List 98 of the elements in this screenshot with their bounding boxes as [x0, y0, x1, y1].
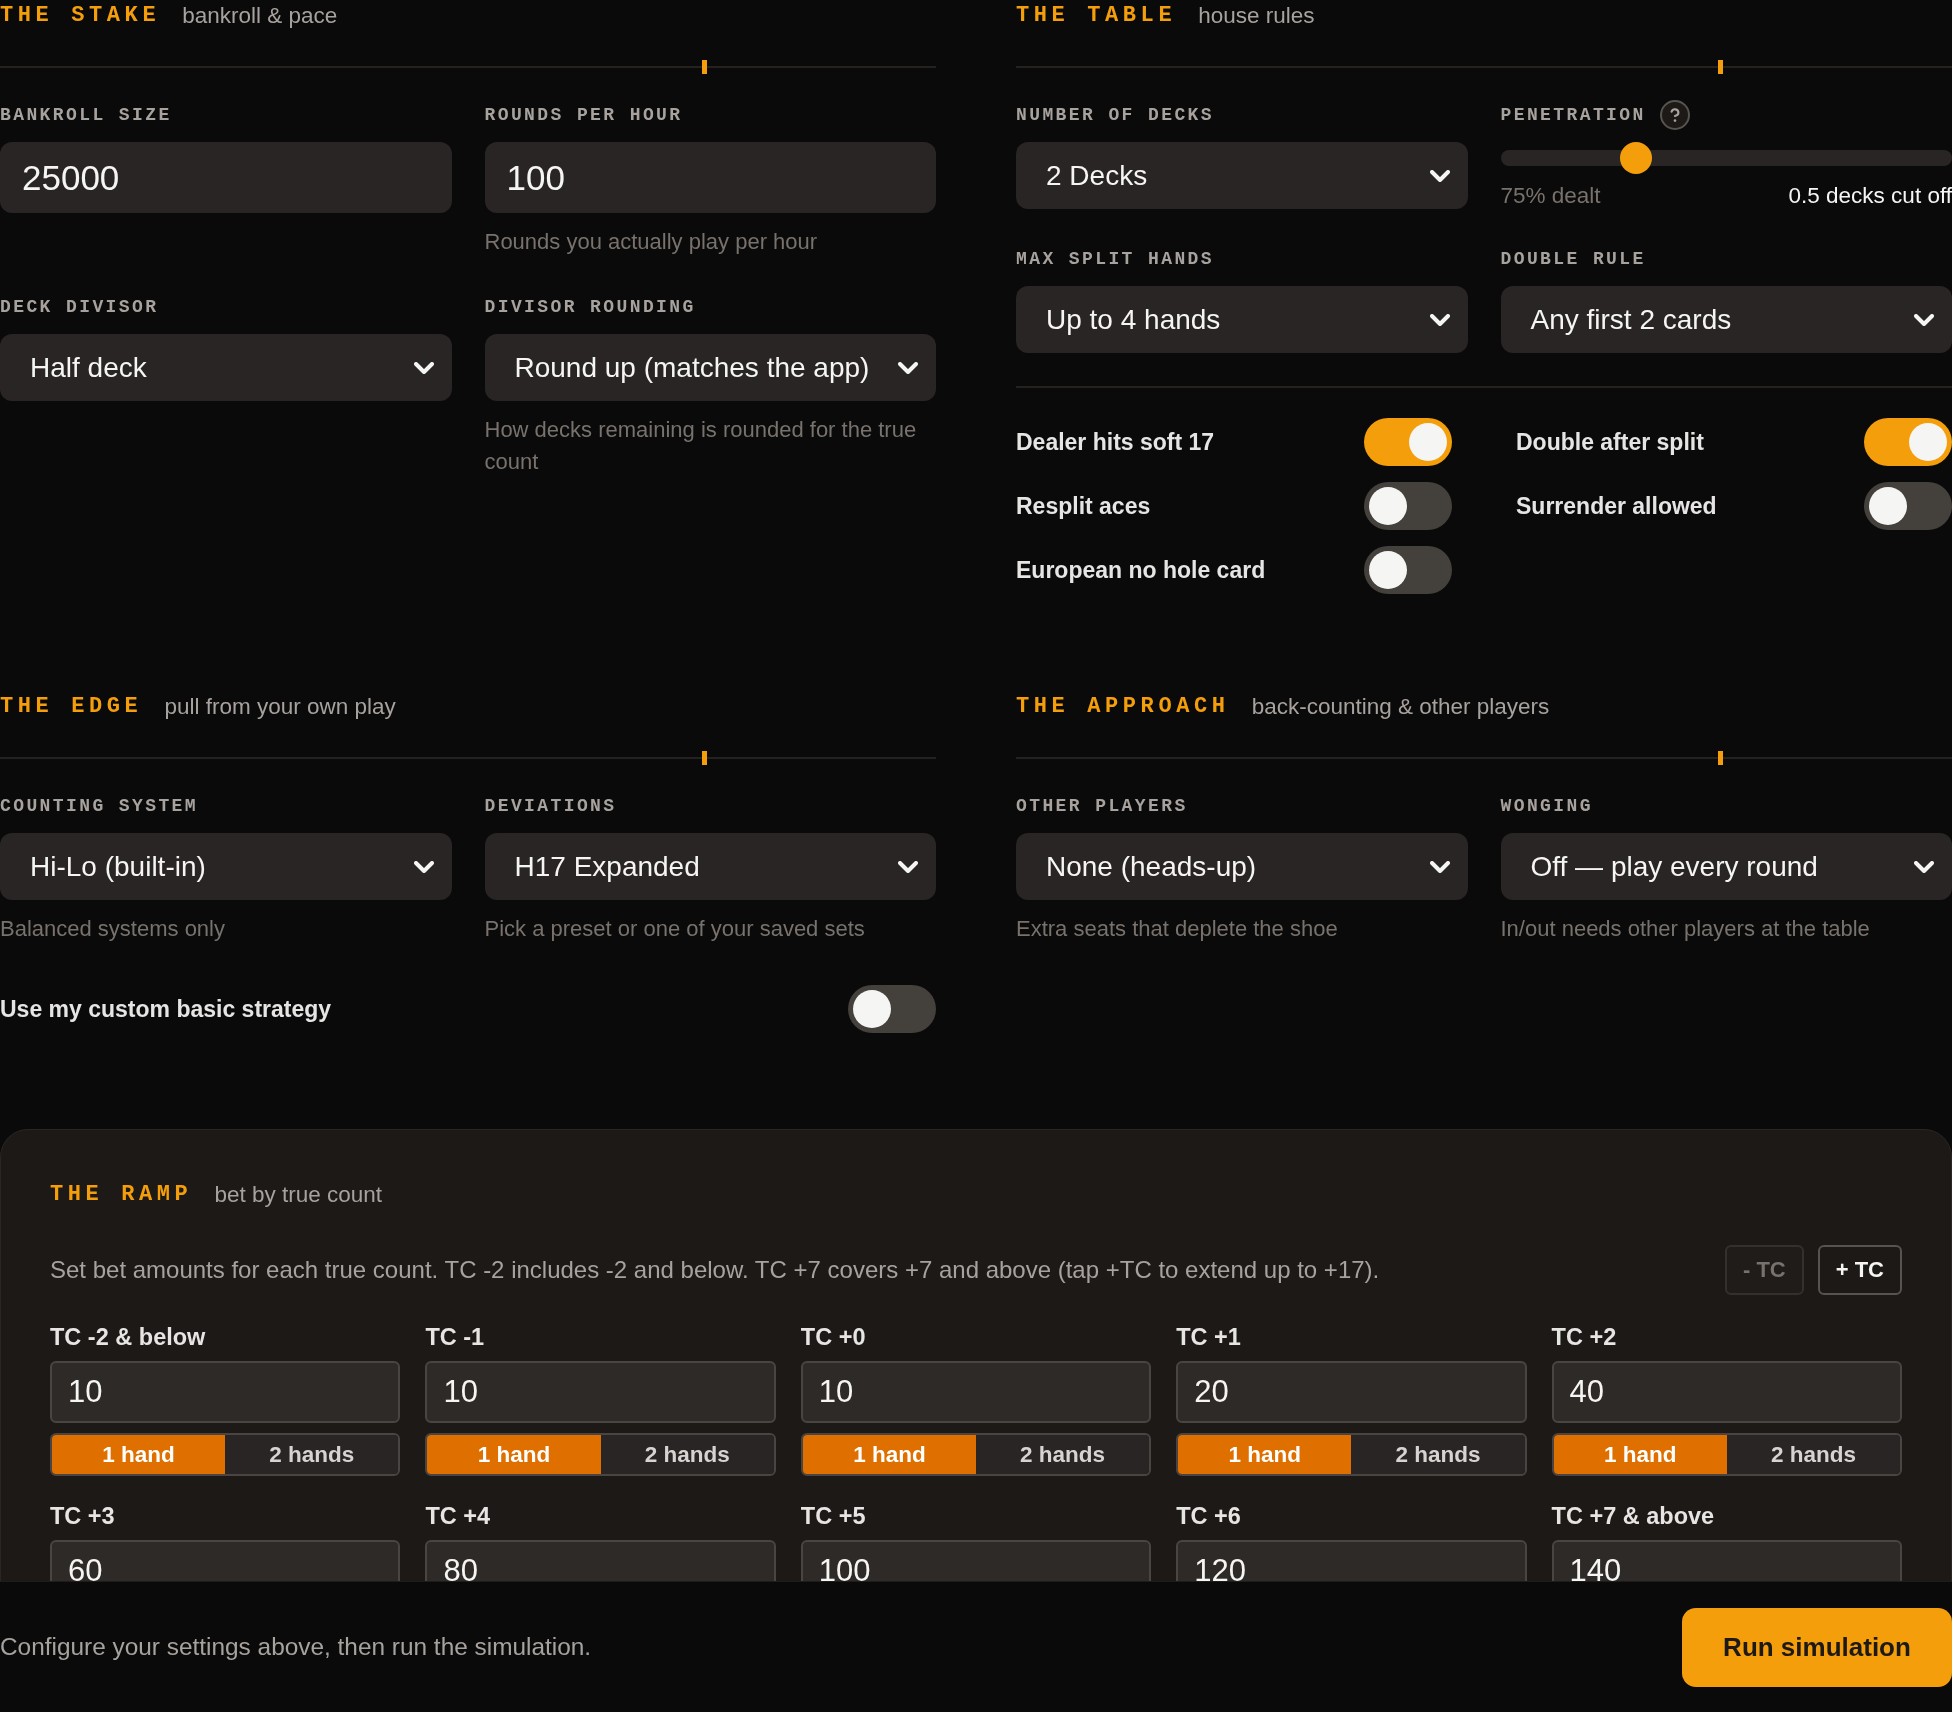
step-label: TC +3	[50, 1504, 116, 1528]
toggle-label: Double after split	[1516, 428, 1704, 456]
step-label: TC +7 & above	[1551, 1504, 1716, 1528]
text-field[interactable]: 25000	[0, 142, 452, 213]
toggle-switch[interactable]	[1864, 482, 1952, 530]
run-button[interactable]: Run simulation	[1682, 1607, 1952, 1687]
step-label: TC +4	[425, 1504, 492, 1528]
segment-button[interactable]: 2 hands	[1726, 1435, 1900, 1474]
slider-reading: 0.5 decks cut off	[1788, 182, 1952, 210]
step-label: TC +6	[1176, 1504, 1242, 1528]
field-label: COUNTING SYSTEM	[0, 795, 199, 817]
chevron-down-icon	[898, 860, 918, 873]
field-label: WONGING	[1500, 795, 1593, 817]
bet-field[interactable]: 10	[50, 1361, 401, 1423]
slider-reading: 75% dealt	[1500, 182, 1601, 210]
field-label: NUMBER OF DECKS	[1016, 104, 1215, 126]
bet-field[interactable]: 10	[800, 1361, 1152, 1423]
segment-button[interactable]: 2 hands	[225, 1435, 399, 1474]
field-label: OTHER PLAYERS	[1016, 795, 1188, 817]
field-label: MAX SPLIT HANDS	[1016, 248, 1215, 270]
toggle-label: Resplit aces	[1016, 492, 1151, 520]
hint-text: Balanced systems only	[0, 915, 226, 943]
chevron-down-icon	[1914, 860, 1934, 873]
description-text: Set bet amounts for each true count. TC -2 includes -2 and below. TC +7 covers +7 and above (tap +TC to extend up to +17).	[50, 1256, 1380, 1284]
tc-button[interactable]: + TC	[1817, 1245, 1902, 1295]
bet-field[interactable]: 40	[1551, 1361, 1902, 1423]
chevron-down-icon	[1429, 860, 1450, 873]
step-label: TC +5	[800, 1504, 867, 1528]
hint-text: How decks remaining is rounded for the true count	[484, 416, 918, 476]
tick-marker-icon	[1718, 751, 1723, 765]
section-subtitle: back-counting & other players	[1251, 693, 1550, 721]
bet-field[interactable]: 140	[1551, 1540, 1902, 1581]
dropdown[interactable]: None (heads-up)	[1016, 833, 1468, 900]
chevron-down-icon	[1914, 313, 1934, 326]
tick-marker-icon	[702, 60, 707, 74]
dropdown[interactable]: Round up (matches the app)	[484, 334, 936, 401]
field-label: DOUBLE RULE	[1500, 248, 1646, 270]
dropdown[interactable]: Half deck	[0, 334, 452, 401]
chevron-down-icon	[413, 860, 434, 873]
toggle-switch[interactable]	[1364, 418, 1452, 466]
chevron-down-icon	[413, 361, 434, 374]
slider[interactable]	[1500, 142, 1952, 174]
section-subtitle: pull from your own play	[164, 693, 396, 721]
toggle-label: Surrender allowed	[1516, 492, 1717, 520]
segment-button[interactable]: 2 hands	[600, 1435, 774, 1474]
field-label: PENETRATION	[1500, 104, 1646, 126]
hint-text: Rounds you actually play per hour	[484, 228, 819, 256]
section-title: THE TABLE	[1016, 2, 1177, 30]
tick-marker-icon	[1718, 60, 1723, 74]
step-label: TC +0	[800, 1325, 867, 1349]
bet-field[interactable]: 80	[425, 1540, 776, 1581]
section-title: THE STAKE	[0, 2, 161, 30]
field-label: DIVISOR ROUNDING	[484, 296, 696, 318]
section-subtitle: bankroll & pace	[182, 2, 338, 30]
section-subtitle: house rules	[1198, 2, 1315, 30]
segment-button[interactable]: 2 hands	[976, 1435, 1150, 1474]
field-label: DEVIATIONS	[484, 795, 617, 817]
hint-text: Extra seats that deplete the shoe	[1016, 915, 1339, 943]
toggle-switch[interactable]	[1364, 482, 1452, 530]
toggle-switch[interactable]	[1864, 418, 1952, 466]
field-label: BANKROLL SIZE	[0, 104, 172, 126]
hint-text: In/out needs other players at the table	[1500, 915, 1871, 943]
section-subtitle: bet by true count	[214, 1181, 383, 1209]
bet-field[interactable]: 60	[50, 1540, 401, 1581]
toggle-label: Dealer hits soft 17	[1016, 428, 1215, 456]
status-text: Configure your settings above, then run the simulation.	[0, 1633, 592, 1661]
section-title: THE EDGE	[0, 693, 143, 721]
hint-text: Pick a preset or one of your saved sets	[484, 915, 866, 943]
bet-field[interactable]: 10	[425, 1361, 776, 1423]
bet-field[interactable]: 120	[1176, 1540, 1527, 1581]
text-field[interactable]: 100	[484, 142, 936, 213]
toggle-switch[interactable]	[1364, 546, 1452, 594]
dropdown[interactable]: Off — play every round	[1500, 833, 1952, 900]
slider-thumb[interactable]	[1619, 142, 1652, 174]
tick-marker-icon	[702, 751, 707, 765]
dropdown[interactable]: Up to 4 hands	[1016, 286, 1468, 353]
dropdown[interactable]: 2 Decks	[1016, 142, 1468, 209]
bet-field[interactable]: 100	[800, 1540, 1152, 1581]
dropdown[interactable]: Hi-Lo (built-in)	[0, 833, 452, 900]
section-title: THE RAMP	[50, 1181, 193, 1209]
toggle-label: European no hole card	[1016, 556, 1266, 584]
segment-button[interactable]: 2 hands	[1351, 1435, 1525, 1474]
step-label: TC +2	[1551, 1325, 1618, 1349]
toggle-label: Use my custom basic strategy	[0, 995, 332, 1023]
dropdown[interactable]: Any first 2 cards	[1500, 286, 1952, 353]
toggle-switch[interactable]	[848, 985, 936, 1033]
help-icon[interactable]	[1659, 100, 1690, 130]
chevron-down-icon	[898, 361, 918, 374]
step-label: TC +1	[1176, 1325, 1242, 1349]
chevron-down-icon	[1429, 169, 1450, 182]
field-label: DECK DIVISOR	[0, 296, 159, 318]
field-label: ROUNDS PER HOUR	[484, 104, 683, 126]
step-label: TC -2 & below	[50, 1325, 207, 1349]
dropdown[interactable]: H17 Expanded	[484, 833, 936, 900]
bet-field[interactable]: 20	[1176, 1361, 1527, 1423]
step-label: TC -1	[425, 1325, 486, 1349]
section-title: THE APPROACH	[1016, 693, 1230, 721]
chevron-down-icon	[1429, 313, 1450, 326]
